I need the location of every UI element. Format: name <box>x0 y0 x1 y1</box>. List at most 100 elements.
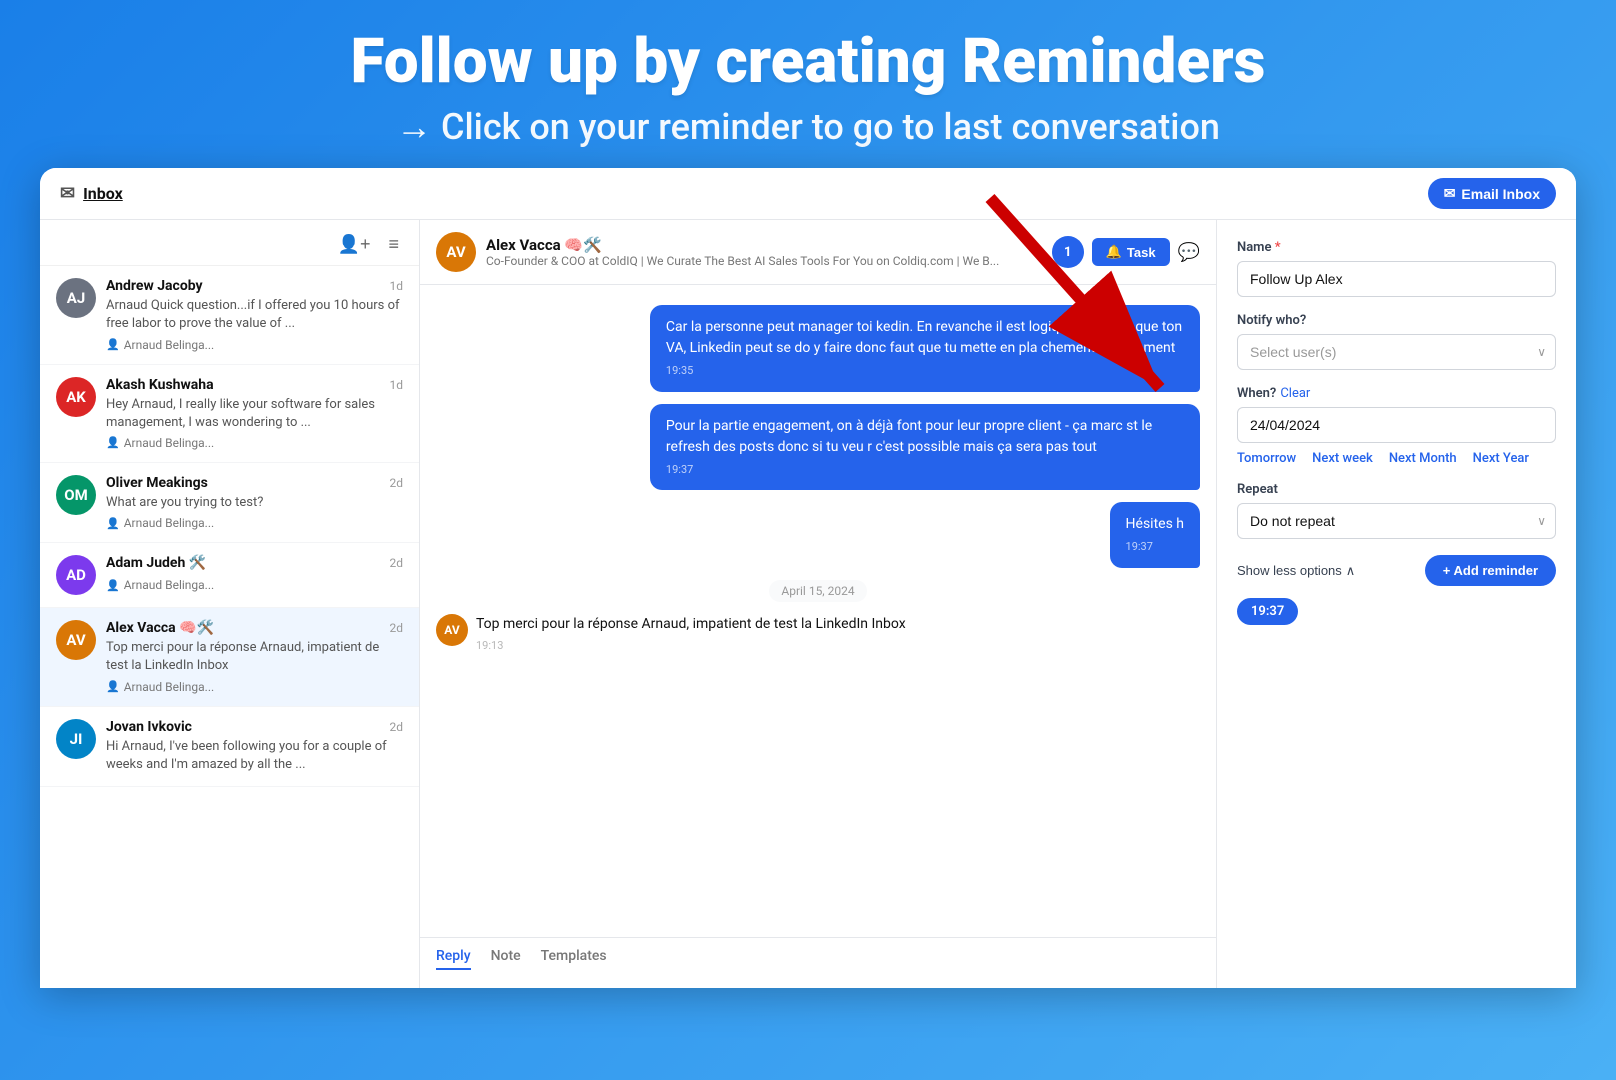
top-bar-right: ✉ Email Inbox <box>1428 178 1556 209</box>
chat-header-info: Alex Vacca 🧠🛠️ Co-Founder & COO at ColdI… <box>486 236 1042 268</box>
inbox-nav[interactable]: ✉ Inbox <box>60 183 123 204</box>
conv-name: Adam Judeh 🛠️ <box>106 555 206 571</box>
sender-avatar: AV <box>436 614 468 646</box>
avatar: AV <box>56 620 96 660</box>
avatar: AK <box>56 377 96 417</box>
conv-agent: Arnaud Belinga... <box>124 680 214 694</box>
conv-name: Andrew Jacoby <box>106 278 203 294</box>
conversation-item[interactable]: AD Adam Judeh 🛠️ 2d 👤 Arnaud Belinga... <box>40 543 419 608</box>
incoming-time: 19:13 <box>476 639 1200 652</box>
quick-date-next-month[interactable]: Next Month <box>1389 451 1457 466</box>
when-label: When?Clear <box>1237 386 1556 401</box>
date-input[interactable] <box>1237 407 1556 443</box>
task-button[interactable]: 🔔 Task <box>1092 238 1170 266</box>
contact-avatar: AV <box>436 232 476 272</box>
task-panel-inner: Name * Notify who? Select user(s) ∨ When… <box>1217 220 1576 645</box>
conv-time: 2d <box>389 476 403 490</box>
repeat-select-wrapper: Do not repeat Daily Weekly ∨ <box>1237 503 1556 539</box>
unread-badge: 1 <box>1052 236 1084 268</box>
avatar: JI <box>56 719 96 759</box>
add-person-button[interactable]: 👤+ <box>334 230 375 259</box>
notify-select[interactable]: Select user(s) <box>1237 334 1556 370</box>
tab-reply[interactable]: Reply <box>436 948 471 970</box>
conv-body: Jovan Ivkovic 2d Hi Arnaud, I've been fo… <box>106 719 403 774</box>
chat-options-button[interactable]: 💬 <box>1178 242 1200 263</box>
quick-date-next-year[interactable]: Next Year <box>1473 451 1529 466</box>
tab-templates[interactable]: Templates <box>541 948 607 970</box>
conv-name: Jovan Ivkovic <box>106 719 192 735</box>
conv-footer: 👤 Arnaud Belinga... <box>106 578 403 592</box>
task-panel-footer: Show less options ∧ + Add reminder <box>1237 555 1556 586</box>
clear-link[interactable]: Clear <box>1280 386 1310 401</box>
inbox-label: Inbox <box>83 184 123 203</box>
hero-title: Follow up by creating Reminders <box>20 28 1596 96</box>
add-reminder-button[interactable]: + Add reminder <box>1425 555 1556 586</box>
email-inbox-label: Email Inbox <box>1461 186 1540 202</box>
notify-field-label: Notify who? <box>1237 313 1556 328</box>
show-less-button[interactable]: Show less options ∧ <box>1237 563 1355 579</box>
conv-agent: Arnaud Belinga... <box>124 578 214 592</box>
conv-name: Oliver Meakings <box>106 475 208 491</box>
conv-header: Adam Judeh 🛠️ 2d <box>106 555 403 571</box>
conv-preview: Hey Arnaud, I really like your software … <box>106 396 403 432</box>
last-msg-time-chip: 19:37 <box>1237 598 1298 625</box>
compose-tabs: Reply Note Templates <box>436 948 1200 970</box>
filter-button[interactable]: ≡ <box>384 230 403 259</box>
conv-name: Alex Vacca 🧠🛠️ <box>106 620 214 636</box>
conv-agent: Arnaud Belinga... <box>124 516 214 530</box>
agent-icon: 👤 <box>106 680 120 693</box>
conv-body: Oliver Meakings 2d What are you trying t… <box>106 475 403 530</box>
message-time: 19:37 <box>666 462 1184 479</box>
agent-icon: 👤 <box>106 436 120 449</box>
task-panel: Name * Notify who? Select user(s) ∨ When… <box>1216 220 1576 988</box>
conv-footer: 👤 Arnaud Belinga... <box>106 516 403 530</box>
conv-preview: What are you trying to test? <box>106 494 403 512</box>
repeat-select[interactable]: Do not repeat Daily Weekly <box>1237 503 1556 539</box>
repeat-label: Repeat <box>1237 482 1556 497</box>
conv-time: 2d <box>389 621 403 635</box>
top-bar: ✉ Inbox ✉ Email Inbox <box>40 168 1576 220</box>
quick-date-next-week[interactable]: Next week <box>1312 451 1373 466</box>
quick-dates: Tomorrow Next week Next Month Next Year <box>1237 451 1556 466</box>
incoming-msg-body: Top merci pour la réponse Arnaud, impati… <box>476 614 1200 652</box>
conv-footer: 👤 Arnaud Belinga... <box>106 338 403 352</box>
inbox-icon: ✉ <box>60 183 75 204</box>
message-bubble: Pour la partie engagement, on à déjà fon… <box>650 404 1200 491</box>
notify-select-wrapper: Select user(s) ∨ <box>1237 334 1556 370</box>
chat-messages: Car la personne peut manager toi kedin. … <box>420 285 1216 937</box>
conv-preview: Hi Arnaud, I've been following you for a… <box>106 738 403 774</box>
email-inbox-button[interactable]: ✉ Email Inbox <box>1428 178 1556 209</box>
name-field-label: Name * <box>1237 240 1556 255</box>
task-label: Task <box>1127 245 1156 260</box>
sidebar-tools: 👤+ ≡ <box>40 220 419 266</box>
conversation-item[interactable]: AK Akash Kushwaha 1d Hey Arnaud, I reall… <box>40 365 419 463</box>
conv-header: Andrew Jacoby 1d <box>106 278 403 294</box>
conversation-item[interactable]: AV Alex Vacca 🧠🛠️ 2d Top merci pour la r… <box>40 608 419 706</box>
avatar: OM <box>56 475 96 515</box>
tab-note[interactable]: Note <box>491 948 521 970</box>
conv-name: Akash Kushwaha <box>106 377 214 393</box>
hero-subtitle: → Click on your reminder to go to last c… <box>20 106 1596 148</box>
message-time: 19:35 <box>666 363 1184 380</box>
conversations-list: AJ Andrew Jacoby 1d Arnaud Quick questio… <box>40 266 419 787</box>
chat-header: AV Alex Vacca 🧠🛠️ Co-Founder & COO at Co… <box>420 220 1216 285</box>
add-reminder-label: + Add reminder <box>1443 563 1538 578</box>
conv-preview: Arnaud Quick question...if I offered you… <box>106 297 403 333</box>
quick-date-tomorrow[interactable]: Tomorrow <box>1237 451 1296 466</box>
task-name-input[interactable] <box>1237 261 1556 297</box>
email-inbox-icon: ✉ <box>1444 185 1456 202</box>
conv-time: 2d <box>389 720 403 734</box>
sidebar: 👤+ ≡ AJ Andrew Jacoby 1d Arnaud Quick qu… <box>40 220 420 988</box>
avatar: AJ <box>56 278 96 318</box>
hero-banner: Follow up by creating Reminders → Click … <box>0 0 1616 168</box>
message-bubble: Hésites h 19:37 <box>1110 502 1200 568</box>
conv-footer: 👤 Arnaud Belinga... <box>106 436 403 450</box>
conv-body: Alex Vacca 🧠🛠️ 2d Top merci pour la répo… <box>106 620 403 693</box>
conversation-item[interactable]: AJ Andrew Jacoby 1d Arnaud Quick questio… <box>40 266 419 364</box>
conv-header: Akash Kushwaha 1d <box>106 377 403 393</box>
conversation-item[interactable]: JI Jovan Ivkovic 2d Hi Arnaud, I've been… <box>40 707 419 787</box>
chevron-up-icon: ∧ <box>1346 563 1356 579</box>
conv-footer: 👤 Arnaud Belinga... <box>106 680 403 694</box>
conversation-item[interactable]: OM Oliver Meakings 2d What are you tryin… <box>40 463 419 543</box>
conv-body: Adam Judeh 🛠️ 2d 👤 Arnaud Belinga... <box>106 555 403 592</box>
